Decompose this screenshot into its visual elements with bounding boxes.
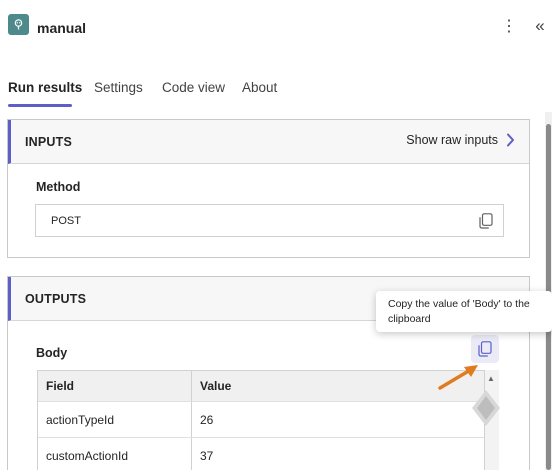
tab-settings[interactable]: Settings — [94, 80, 143, 95]
chevron-right-icon — [507, 133, 514, 147]
inputs-header[interactable]: INPUTS Show raw inputs — [8, 120, 529, 164]
more-vertical-icon: ⋮ — [501, 18, 517, 35]
scroll-up-icon[interactable]: ▲ — [487, 374, 495, 383]
table-cell-value: 26 — [200, 412, 214, 427]
arrow-annotation-icon — [438, 365, 478, 390]
panel-header: manual ⋮ « — [0, 0, 552, 60]
table-row: actionTypeId 26 — [38, 402, 484, 438]
expand-diamond-icon — [472, 390, 500, 426]
robot-icon — [8, 14, 29, 35]
tab-code-view[interactable]: Code view — [162, 80, 225, 95]
copy-body-tooltip: Copy the value of 'Body' to the clipboar… — [376, 291, 552, 332]
body-table: Field Value actionTypeId 26 customAction… — [37, 370, 485, 470]
collapse-panel-button[interactable]: « — [530, 14, 550, 38]
panel-title: manual — [37, 20, 87, 36]
body-label: Body — [36, 346, 68, 360]
tab-run-results[interactable]: Run results — [8, 80, 82, 95]
tab-bar: Run results Settings Code view About — [0, 72, 552, 108]
method-label: Method — [36, 180, 81, 194]
table-row: customActionId 37 — [38, 438, 484, 470]
table-cell-field: actionTypeId — [38, 402, 192, 437]
table-cell-value: 37 — [200, 448, 214, 463]
method-value: POST — [51, 215, 81, 227]
column-header-field[interactable]: Field — [38, 371, 192, 401]
double-chevron-left-icon: « — [535, 16, 545, 35]
method-value-box: POST — [35, 204, 504, 237]
inputs-card: INPUTS Show raw inputs Method POST — [7, 119, 530, 258]
copy-icon[interactable] — [477, 212, 495, 230]
copy-body-button[interactable] — [471, 335, 499, 363]
table-header-row: Field Value — [38, 371, 484, 402]
copy-icon — [478, 341, 492, 357]
active-tab-indicator — [8, 104, 72, 107]
tab-about[interactable]: About — [242, 80, 277, 95]
show-raw-inputs-link[interactable]: Show raw inputs — [406, 133, 515, 147]
inputs-section-label: INPUTS — [25, 135, 73, 149]
more-options-button[interactable]: ⋮ — [500, 14, 518, 38]
table-cell-field: customActionId — [38, 438, 192, 470]
outputs-section-label: OUTPUTS — [25, 292, 87, 306]
show-raw-inputs-label: Show raw inputs — [406, 133, 498, 147]
